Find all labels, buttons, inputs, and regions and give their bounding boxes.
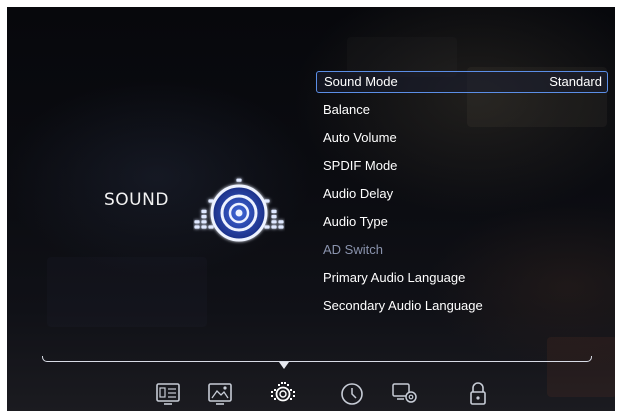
equalizer-dot xyxy=(278,220,284,224)
bottom-navigation-bar xyxy=(7,379,615,411)
menu-item[interactable]: Balance xyxy=(316,99,608,121)
equalizer-dot xyxy=(271,220,277,224)
active-tab-pointer-icon xyxy=(279,362,289,369)
menu-item-label: Auto Volume xyxy=(323,130,397,145)
menu-item: AD Switch xyxy=(316,239,608,261)
menu-item[interactable]: SPDIF Mode xyxy=(316,155,608,177)
menu-item-label: Primary Audio Language xyxy=(323,270,466,285)
menu-item-label: Audio Type xyxy=(323,214,388,229)
menu-item-label: Secondary Audio Language xyxy=(323,298,483,313)
menu-separator xyxy=(42,356,592,362)
sound-equalizer-icon xyxy=(194,178,284,242)
menu-item-label: SPDIF Mode xyxy=(323,158,398,173)
tv-menu-screen: SOUND Sound Mode Standard Balance Auto Volu… xyxy=(7,7,615,411)
equalizer-dot xyxy=(201,215,207,219)
menu-item-label: Sound Mode xyxy=(324,74,398,89)
background-shape xyxy=(47,257,207,327)
menu-item[interactable]: Auto Volume xyxy=(316,127,608,149)
picture-icon[interactable] xyxy=(206,379,234,407)
channel-icon[interactable] xyxy=(154,379,182,407)
menu-item[interactable]: Secondary Audio Language xyxy=(316,295,608,317)
menu-item-value: Standard xyxy=(549,74,602,89)
section-title: SOUND xyxy=(104,190,169,210)
equalizer-dot xyxy=(194,220,200,224)
settings-icon[interactable] xyxy=(391,379,419,407)
menu-item[interactable]: Audio Type xyxy=(316,211,608,233)
menu-item-label: Audio Delay xyxy=(323,186,394,201)
sound-settings-menu: Sound Mode Standard Balance Auto Volume SPDI… xyxy=(316,71,608,323)
menu-item[interactable]: Sound Mode Standard xyxy=(316,71,608,93)
equalizer-dot xyxy=(194,225,200,229)
equalizer-dot xyxy=(264,225,270,229)
equalizer-dot xyxy=(201,220,207,224)
equalizer-dot xyxy=(236,178,242,182)
clock-icon[interactable] xyxy=(338,379,366,407)
equalizer-dot xyxy=(201,209,207,213)
menu-item[interactable]: Audio Delay xyxy=(316,183,608,205)
equalizer-dot xyxy=(201,225,207,229)
equalizer-dot xyxy=(278,225,284,229)
equalizer-dot xyxy=(271,225,277,229)
menu-item[interactable]: Primary Audio Language xyxy=(316,267,608,289)
equalizer-dot xyxy=(208,225,214,229)
sound-icon[interactable] xyxy=(269,379,297,407)
menu-item-label: AD Switch xyxy=(323,242,383,257)
equalizer-dot xyxy=(271,215,277,219)
lock-icon[interactable] xyxy=(464,379,492,407)
equalizer-dot xyxy=(271,209,277,213)
menu-item-label: Balance xyxy=(323,102,370,117)
